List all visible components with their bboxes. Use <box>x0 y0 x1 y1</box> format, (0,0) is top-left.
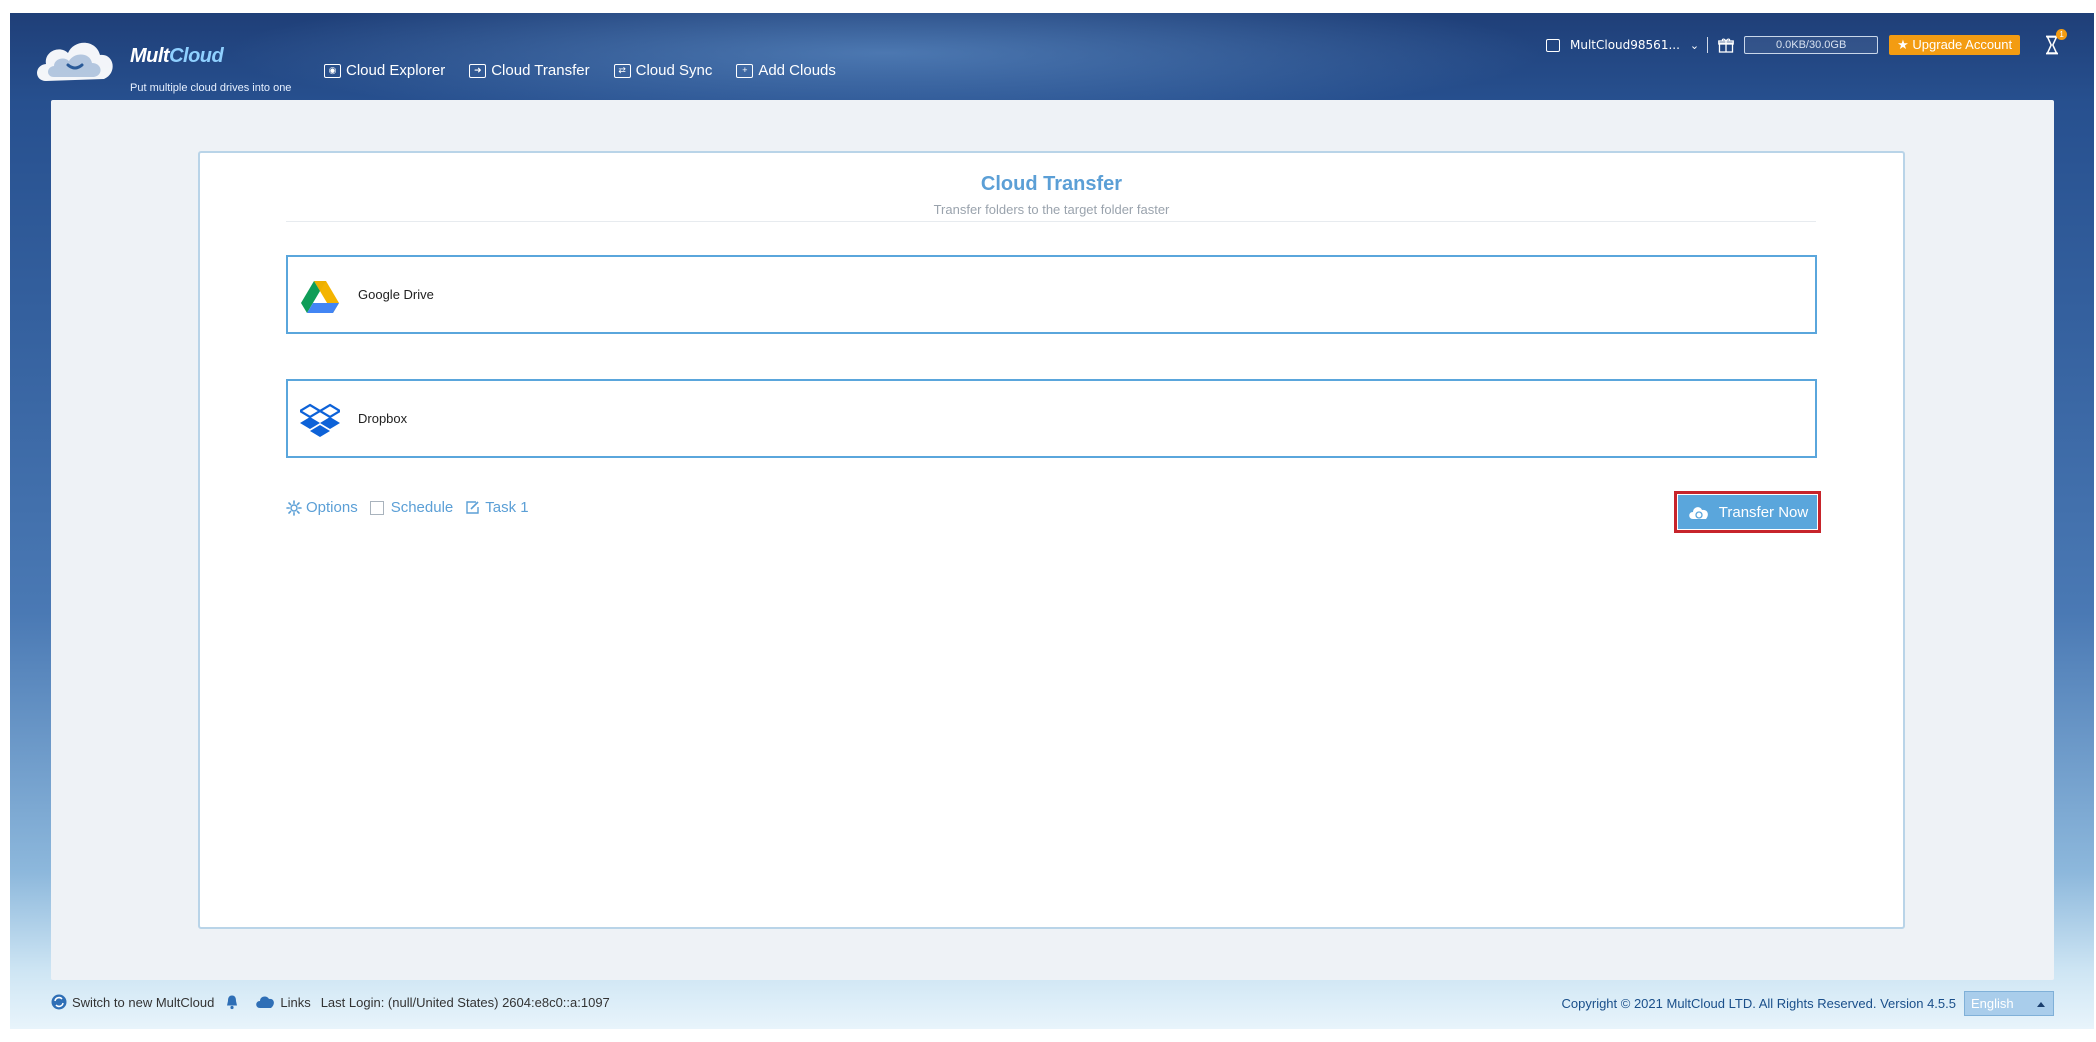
account-bar: MultCloud98561... ⌄ 0.0KB/30.0GB ★ Upgra… <box>1546 29 2068 60</box>
options-label: Options <box>306 499 358 516</box>
target-selector[interactable]: Dropbox <box>286 379 1817 458</box>
logo-tagline: Put multiple cloud drives into one <box>130 82 292 94</box>
logo-cloud-icon <box>37 42 113 81</box>
upgrade-account-button[interactable]: ★ Upgrade Account <box>1889 35 2021 55</box>
edit-icon <box>466 501 479 514</box>
divider <box>286 221 1816 222</box>
account-name[interactable]: MultCloud98561... <box>1570 38 1680 52</box>
cloud-transfer-card: Cloud Transfer Transfer folders to the t… <box>198 151 1905 929</box>
footer-right: Copyright © 2021 MultCloud LTD. All Righ… <box>1562 991 2054 1016</box>
schedule-option[interactable]: Schedule <box>369 499 454 516</box>
last-login: Last Login: (null/United States) 2604:e8… <box>320 994 610 1010</box>
hourglass-icon[interactable]: 1 <box>2044 29 2068 55</box>
nav-cloud-transfer[interactable]: ➜ Cloud Transfer <box>469 62 590 79</box>
switch-to-new-link[interactable]: Switch to new MultCloud <box>51 994 214 1010</box>
transfer-now-inner: Transfer Now <box>1678 495 1817 529</box>
storage-quota: 0.0KB/30.0GB <box>1744 36 1879 54</box>
footer-left: Switch to new MultCloud Links Last Login… <box>51 994 610 1010</box>
schedule-label: Schedule <box>390 499 454 516</box>
target-label: Dropbox <box>358 411 408 426</box>
bell-icon <box>227 995 238 1010</box>
switch-icon <box>51 994 67 1010</box>
nav-label: Add Clouds <box>758 62 836 79</box>
gear-icon <box>286 499 302 516</box>
nav-cloud-sync[interactable]: ⇄ Cloud Sync <box>613 62 713 79</box>
task-label: Task 1 <box>485 499 529 516</box>
cloud-transfer-icon: ➜ <box>469 63 487 78</box>
source-label: Google Drive <box>358 287 434 302</box>
page-title: Cloud Transfer <box>980 173 1123 195</box>
transfer-now-label: Transfer Now <box>1718 503 1809 521</box>
logo-wordmark: MultCloud <box>130 45 224 68</box>
add-clouds-icon: + <box>736 63 754 78</box>
options-row: Options Schedule Task 1 <box>286 499 541 516</box>
caret-up-icon <box>2037 1002 2045 1007</box>
nav-add-clouds[interactable]: + Add Clouds <box>736 62 836 79</box>
language-value: English <box>1971 996 2014 1011</box>
transfer-now-button[interactable]: Transfer Now <box>1674 491 1821 533</box>
options-link[interactable]: Options <box>286 499 358 516</box>
cloud-links-icon <box>256 996 275 1008</box>
cloud-sync-icon: ⇄ <box>613 63 631 78</box>
nav-label: Cloud Sync <box>635 62 713 79</box>
schedule-checkbox[interactable] <box>369 500 384 515</box>
divider <box>1707 37 1709 53</box>
nav-cloud-explorer[interactable]: ◉ Cloud Explorer <box>324 62 445 79</box>
account-icon <box>1546 38 1560 52</box>
task-name-link[interactable]: Task 1 <box>465 499 529 516</box>
google-drive-icon <box>301 281 339 313</box>
page-subtitle: Transfer folders to the target folder fa… <box>933 202 1170 217</box>
footer: Switch to new MultCloud Links Last Login… <box>51 991 2054 1019</box>
logo[interactable]: MultCloud Put multiple cloud drives into… <box>32 33 322 103</box>
gift-icon[interactable] <box>1718 38 1734 53</box>
notifications-bell[interactable] <box>224 994 245 1010</box>
links-link[interactable]: Links <box>255 994 311 1010</box>
cloud-upload-icon <box>1689 507 1708 519</box>
header-glow <box>10 13 2094 113</box>
chevron-down-icon[interactable]: ⌄ <box>1690 39 1699 52</box>
links-label: Links <box>280 994 311 1010</box>
source-selector[interactable]: Google Drive <box>286 255 1817 334</box>
main-nav: ◉ Cloud Explorer ➜ Cloud Transfer ⇄ Clou… <box>324 62 860 79</box>
language-select[interactable]: English <box>1964 991 2054 1016</box>
cloud-explorer-icon: ◉ <box>324 63 341 78</box>
logo-name-accent: Cloud <box>169 45 224 67</box>
switch-label: Switch to new MultCloud <box>72 994 215 1010</box>
dropbox-icon <box>300 403 340 437</box>
logo-name-main: Mult <box>130 45 170 67</box>
nav-label: Cloud Explorer <box>346 62 446 79</box>
copyright: Copyright © 2021 MultCloud LTD. All Righ… <box>1561 996 1956 1011</box>
nav-label: Cloud Transfer <box>491 62 590 79</box>
